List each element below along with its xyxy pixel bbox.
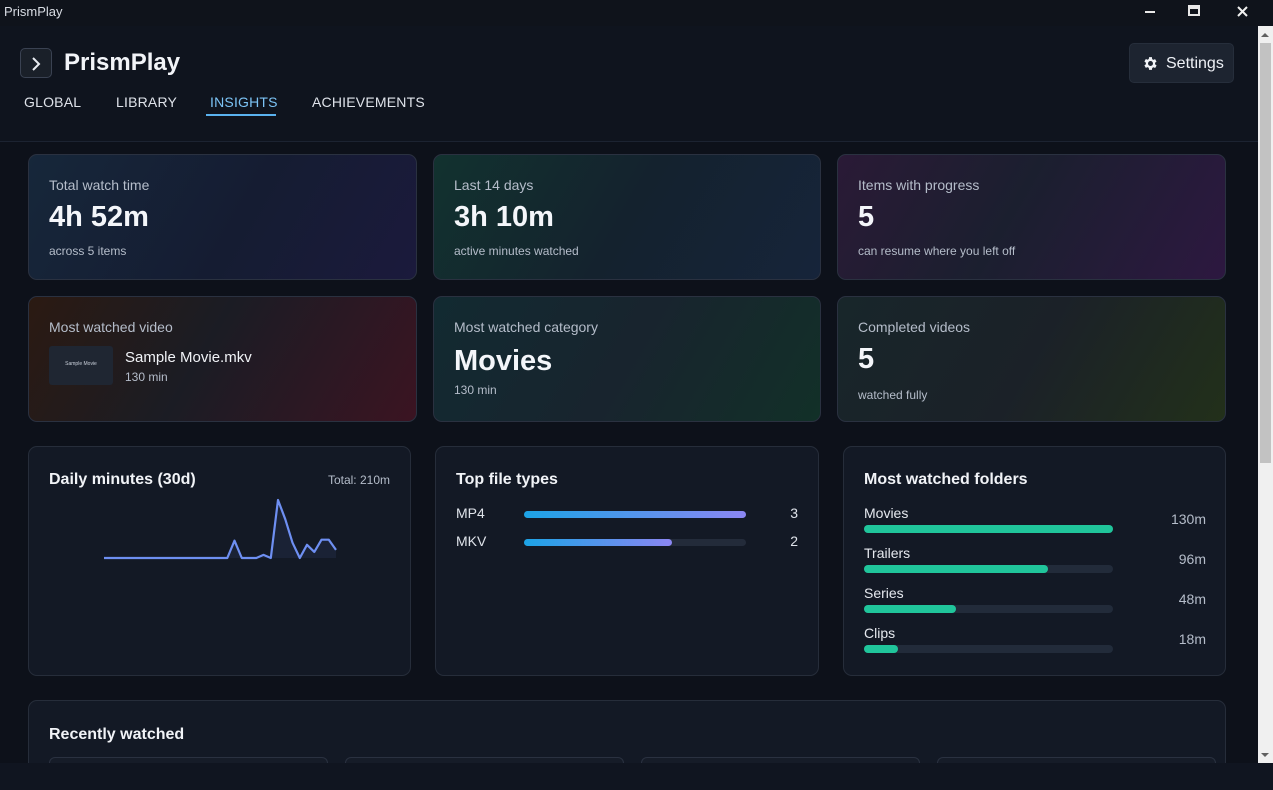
stat-label: Total watch time: [49, 177, 150, 193]
video-name: Sample Movie.mkv: [125, 349, 252, 366]
window-bottom-strip: [0, 763, 1273, 790]
folder-minutes: 96m: [1178, 551, 1206, 567]
chevron-right-icon: [32, 57, 41, 71]
stat-subtext: active minutes watched: [454, 244, 579, 258]
file-type-count: 3: [790, 505, 798, 521]
file-type-bar: [524, 539, 672, 546]
stat-subtext: 130 min: [454, 383, 497, 397]
tab-achievements[interactable]: ACHIEVEMENTS: [312, 94, 425, 110]
folder-row: Clips 18m: [864, 625, 1206, 659]
folder-bar: [864, 605, 956, 613]
stat-subtext: watched fully: [858, 388, 928, 402]
folder-minutes: 48m: [1178, 591, 1206, 607]
tab-library[interactable]: LIBRARY: [116, 94, 177, 110]
close-button[interactable]: [1219, 0, 1265, 26]
stat-label: Most watched video: [49, 319, 173, 335]
close-icon: [1237, 6, 1248, 17]
folder-bar: [864, 525, 1113, 533]
video-thumbnail[interactable]: Sample Movie: [49, 346, 113, 385]
stat-value: Movies: [454, 345, 553, 377]
panel-title: Daily minutes (30d): [49, 471, 196, 488]
minimize-button[interactable]: [1127, 0, 1173, 26]
folder-label: Clips: [864, 625, 896, 641]
maximize-icon: [1188, 5, 1200, 16]
vertical-scrollbar[interactable]: [1258, 26, 1273, 764]
folder-row: Movies 130m: [864, 505, 1206, 539]
stat-subtext: across 5 items: [49, 244, 127, 258]
thumbnail-text: Sample Movie: [65, 361, 97, 367]
file-type-count: 2: [790, 533, 798, 549]
most-watched-folders-panel: Most watched folders Movies 130m Trailer…: [843, 446, 1226, 676]
tab-global[interactable]: GLOBAL: [24, 94, 81, 110]
stat-label: Items with progress: [858, 177, 980, 193]
most-watched-video-card[interactable]: Most watched video Sample Movie Sample M…: [28, 296, 417, 422]
file-type-bar: [524, 511, 746, 518]
settings-button[interactable]: Settings: [1129, 43, 1234, 83]
window-title-bar: PrismPlay: [0, 0, 1273, 26]
maximize-button[interactable]: [1171, 0, 1217, 26]
video-minutes: 130 min: [125, 370, 168, 384]
stat-label: Most watched category: [454, 319, 598, 335]
most-watched-category-card: Most watched category Movies 130 min: [433, 296, 821, 422]
window-title: PrismPlay: [4, 4, 63, 19]
stat-label: Last 14 days: [454, 177, 534, 193]
active-tab-indicator: [206, 114, 276, 116]
panel-title: Top file types: [456, 471, 558, 488]
folder-minutes: 130m: [1170, 511, 1206, 527]
insights-content: Total watch time 4h 52m across 5 items L…: [0, 143, 1258, 763]
folder-label: Series: [864, 585, 904, 601]
stat-value: 3h 10m: [454, 201, 554, 233]
scroll-thumb[interactable]: [1260, 43, 1271, 463]
sidebar-toggle-button[interactable]: [20, 48, 52, 78]
file-type-bar-track: [524, 539, 746, 546]
folder-minutes: 18m: [1178, 631, 1206, 647]
total-watch-card: Total watch time 4h 52m across 5 items: [28, 154, 417, 280]
file-type-row: MKV 2: [456, 533, 798, 551]
folder-bar: [864, 565, 1048, 573]
folder-bar-track: [864, 565, 1113, 573]
folder-bar: [864, 645, 899, 653]
panel-title: Recently watched: [49, 726, 185, 743]
folder-bar-track: [864, 525, 1113, 533]
folder-label: Movies: [864, 505, 909, 521]
stat-label: Completed videos: [858, 319, 971, 335]
folder-bar-track: [864, 605, 1113, 613]
daily-minutes-panel: Daily minutes (30d) Total: 210m: [28, 446, 411, 676]
stat-value: 4h 52m: [49, 201, 149, 233]
stat-subtext: can resume where you left off: [858, 244, 1016, 258]
page-title: PrismPlay: [64, 49, 181, 76]
tab-insights[interactable]: INSIGHTS: [210, 94, 278, 110]
file-type-label: MP4: [456, 505, 485, 521]
daily-total: Total: 210m: [327, 473, 390, 487]
file-type-row: MP4 3: [456, 505, 798, 523]
sparkline-area: [104, 500, 336, 558]
items-progress-card: Items with progress 5 can resume where y…: [837, 154, 1226, 280]
folder-row: Trailers 96m: [864, 545, 1206, 579]
minimize-icon: [1145, 11, 1155, 13]
file-type-label: MKV: [456, 533, 487, 549]
stat-value: 5: [858, 201, 875, 233]
scroll-up-button[interactable]: [1258, 26, 1273, 43]
app-header: PrismPlay Settings GLOBAL LIBRARY INSIGH…: [0, 26, 1258, 142]
completed-videos-card: Completed videos 5 watched fully: [837, 296, 1226, 422]
panel-title: Most watched folders: [864, 471, 1028, 488]
top-file-types-panel: Top file types MP4 3 MKV 2: [435, 446, 819, 676]
folder-row: Series 48m: [864, 585, 1206, 619]
gear-icon: [1144, 57, 1157, 70]
scroll-down-button[interactable]: [1258, 747, 1273, 764]
recently-watched-panel: Recently watched: [28, 700, 1226, 763]
last-14-days-card: Last 14 days 3h 10m active minutes watch…: [433, 154, 821, 280]
file-type-bar-track: [524, 511, 746, 518]
folder-bar-track: [864, 645, 1113, 653]
folder-label: Trailers: [864, 545, 911, 561]
settings-label: Settings: [1166, 55, 1224, 72]
sparkline-series: [104, 498, 337, 560]
stat-value: 5: [858, 343, 875, 375]
